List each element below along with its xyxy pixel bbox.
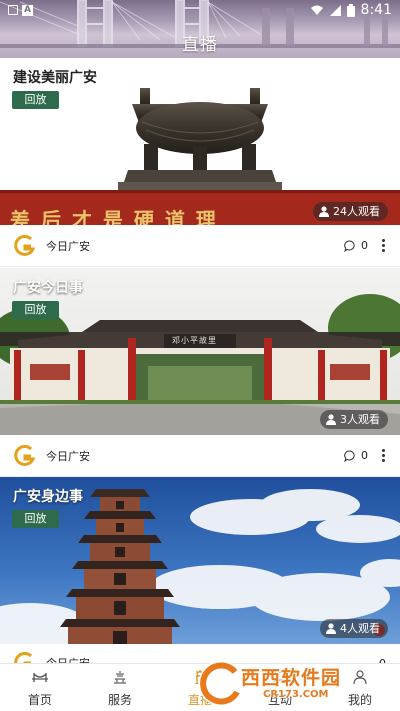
- battery-icon: [346, 3, 355, 17]
- more-options-icon[interactable]: [380, 449, 386, 462]
- signal-icon: [329, 4, 341, 16]
- replay-badge: 回放: [12, 510, 59, 528]
- watermark-text: 西西软件园: [241, 667, 342, 689]
- gate-plaque: 邓小平故里: [172, 336, 217, 345]
- site-watermark: 西西软件园 CR173.COM: [197, 662, 397, 706]
- viewer-count: 3人观看: [320, 410, 388, 429]
- page-title: 直播: [182, 35, 218, 55]
- viewer-count-text: 4人观看: [340, 622, 380, 635]
- image-notification-icon: [8, 5, 18, 15]
- card-info-row: 今日广安 0: [0, 435, 400, 476]
- banner-calligraphy: 差 后 才 是 硬 道 理: [10, 208, 218, 225]
- channel-logo-icon[interactable]: [14, 234, 36, 257]
- app-header: A 8:41 直播: [0, 0, 400, 58]
- comment-count-text: 0: [361, 449, 368, 462]
- comment-icon: [344, 450, 355, 462]
- person-icon: [326, 414, 336, 425]
- channel-name[interactable]: 今日广安: [46, 448, 90, 464]
- nav-label: 服务: [107, 693, 132, 707]
- nav-service[interactable]: 服务: [80, 664, 160, 711]
- person-icon: [326, 623, 336, 634]
- status-bar: A 8:41: [0, 0, 400, 20]
- live-card-3[interactable]: 广安身边事 回放 4人观看 今日广安 0: [0, 477, 400, 664]
- watermark-subtext: CR173.COM: [263, 689, 329, 700]
- pagoda-icon: [114, 671, 126, 684]
- clock: 8:41: [360, 2, 392, 18]
- a-notification-icon: A: [22, 4, 33, 16]
- card-title[interactable]: 广安今日事: [13, 277, 83, 297]
- person-icon: [319, 206, 329, 217]
- viewer-count-text: 3人观看: [340, 413, 380, 426]
- card-info-row: 今日广安 0: [0, 644, 400, 664]
- wifi-icon: [310, 5, 323, 15]
- nav-home[interactable]: 首页: [0, 664, 80, 711]
- viewer-count: 4人观看: [320, 619, 388, 638]
- channel-name[interactable]: 今日广安: [46, 238, 90, 254]
- card-divider: [0, 266, 400, 267]
- comment-count[interactable]: 0: [344, 239, 368, 252]
- card-title[interactable]: 广安身边事: [13, 486, 83, 506]
- viewer-count-text: 24人观看: [333, 205, 380, 218]
- comment-count[interactable]: 0: [344, 449, 368, 462]
- replay-badge: 回放: [12, 91, 59, 109]
- card-info-row: 今日广安 0: [0, 225, 400, 266]
- card-title[interactable]: 建设美丽广安: [13, 67, 97, 87]
- replay-badge: 回放: [12, 301, 59, 319]
- more-options-icon[interactable]: [380, 239, 386, 252]
- live-card-2[interactable]: 邓小平故里 广安今日事 回放 3人观看 今日广安 0: [0, 268, 400, 476]
- watermark-logo-icon: [198, 662, 241, 706]
- channel-logo-icon[interactable]: [14, 444, 36, 467]
- comment-icon: [344, 240, 355, 252]
- nav-label: 首页: [27, 693, 52, 707]
- bridge-icon: [32, 673, 48, 682]
- live-card-1[interactable]: 差 后 才 是 硬 道 理 建设美丽广安 回放 24人观看 今日广安 0: [0, 58, 400, 266]
- comment-count-text: 0: [361, 239, 368, 252]
- viewer-count: 24人观看: [313, 202, 388, 221]
